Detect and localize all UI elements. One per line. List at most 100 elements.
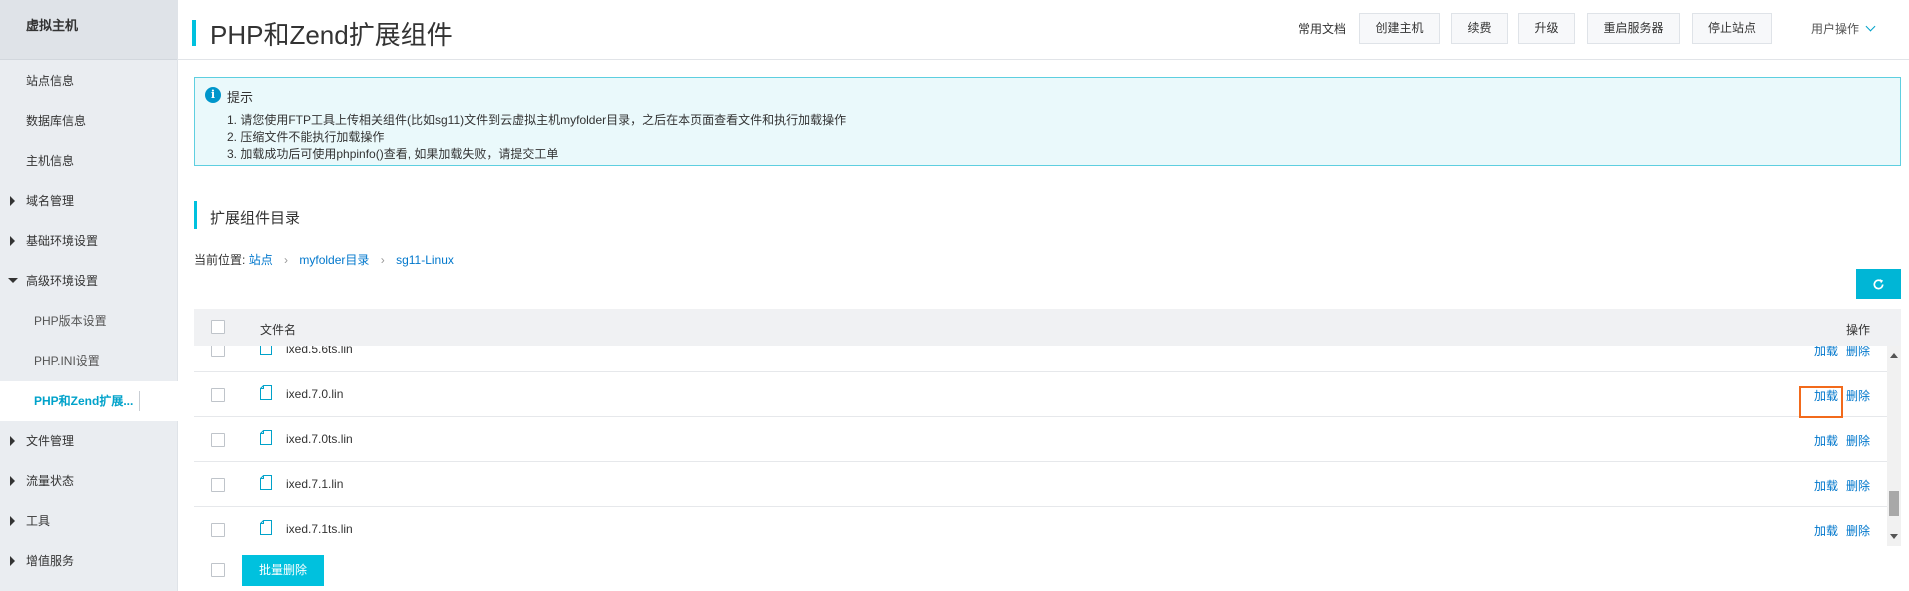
file-icon: [260, 385, 272, 400]
delete-link[interactable]: 删除: [1846, 387, 1870, 404]
chevron-down-icon: [1865, 21, 1876, 32]
bulk-select-checkbox[interactable]: [211, 563, 225, 577]
title-accent-bar: [192, 20, 196, 46]
page-header: PHP和Zend扩展组件 常用文档 创建主机 续费 升级 重启服务器 停止站点 …: [178, 0, 1909, 60]
sidebar-item-label: 高级环境设置: [26, 274, 99, 288]
load-link[interactable]: 加载: [1814, 346, 1838, 359]
sidebar-item-label: PHP版本设置: [34, 314, 107, 328]
row-checkbox[interactable]: [211, 523, 225, 537]
caret-right-icon: [10, 556, 15, 566]
file-name: ixed.7.0ts.lin: [286, 432, 353, 446]
sidebar-item-label: 主机信息: [26, 154, 75, 168]
sidebar-item-label: 增值服务: [26, 554, 75, 568]
row-checkbox[interactable]: [211, 433, 225, 447]
delete-link[interactable]: 删除: [1846, 522, 1870, 539]
sidebar-item-advanced-env[interactable]: 高级环境设置: [0, 261, 178, 301]
table-scrollbar[interactable]: [1887, 346, 1901, 546]
restart-server-button[interactable]: 重启服务器: [1587, 13, 1680, 44]
scroll-up-arrow-icon[interactable]: [1890, 353, 1898, 358]
sidebar-item-php-ini[interactable]: PHP.INI设置: [0, 341, 178, 381]
load-link[interactable]: 加载: [1814, 432, 1838, 449]
table-row: ixed.7.0ts.lin 加载 删除: [194, 417, 1887, 462]
user-operation-menu[interactable]: 用户操作: [1811, 20, 1876, 37]
active-divider: [139, 391, 140, 411]
sidebar: 虚拟主机 站点信息 数据库信息 主机信息 域名管理 基础环境设置 高级环境设置 …: [0, 0, 178, 591]
sidebar-item-basic-env[interactable]: 基础环境设置: [0, 221, 178, 261]
delete-link[interactable]: 删除: [1846, 432, 1870, 449]
sidebar-item-host-info[interactable]: 主机信息: [0, 141, 178, 181]
breadcrumb-sg11-linux[interactable]: sg11-Linux: [396, 253, 454, 267]
sidebar-item-label: 基础环境设置: [26, 234, 99, 248]
caret-right-icon: [10, 436, 15, 446]
user-operation-label: 用户操作: [1811, 22, 1860, 36]
file-name: ixed.7.1ts.lin: [286, 522, 353, 536]
sidebar-item-label: PHP和Zend扩展...: [34, 394, 134, 408]
table-row: ixed.7.1.lin 加载 删除: [194, 462, 1887, 507]
sidebar-item-site-info[interactable]: 站点信息: [0, 61, 178, 101]
notice-line: 1. 请您使用FTP工具上传相关组件(比如sg11)文件到云虚拟主机myfold…: [227, 113, 847, 127]
create-host-button[interactable]: 创建主机: [1359, 13, 1440, 44]
sidebar-item-label: 数据库信息: [26, 114, 87, 128]
column-header-operation: 操作: [1846, 323, 1871, 337]
breadcrumb-prefix: 当前位置:: [194, 253, 246, 267]
file-icon: [260, 520, 272, 535]
bulk-delete-button[interactable]: 批量删除: [242, 555, 324, 586]
sidebar-item-label: PHP.INI设置: [34, 354, 100, 368]
column-header-filename: 文件名: [260, 323, 297, 337]
page-title: PHP和Zend扩展组件: [210, 20, 453, 50]
sidebar-item-label: 工具: [26, 514, 51, 528]
breadcrumb: 当前位置: 站点 › myfolder目录 › sg11-Linux: [194, 251, 454, 268]
notice-line: 2. 压缩文件不能执行加载操作: [227, 130, 385, 144]
table-row: ixed.7.1ts.lin 加载 删除: [194, 507, 1887, 546]
caret-down-icon: [8, 278, 18, 283]
sidebar-item-php-version[interactable]: PHP版本设置: [0, 301, 178, 341]
table-row: ixed.5.6ts.lin 加载 删除: [194, 346, 1887, 372]
refresh-icon: [1873, 279, 1884, 290]
scrollbar-thumb[interactable]: [1889, 491, 1899, 516]
breadcrumb-separator-icon: ›: [284, 253, 289, 267]
breadcrumb-site[interactable]: 站点: [249, 253, 273, 267]
row-checkbox[interactable]: [211, 388, 225, 402]
refresh-button[interactable]: [1856, 269, 1901, 299]
file-name: ixed.7.1.lin: [286, 477, 344, 491]
notice-line: 3. 加载成功后可使用phpinfo()查看, 如果加载失败，请提交工单: [227, 147, 559, 161]
table-row: ixed.7.0.lin 加载 删除: [194, 372, 1887, 417]
delete-link[interactable]: 删除: [1846, 477, 1870, 494]
row-checkbox[interactable]: [211, 478, 225, 492]
file-icon: [260, 346, 272, 355]
sidebar-item-file-management[interactable]: 文件管理: [0, 421, 178, 461]
caret-right-icon: [10, 236, 15, 246]
table-header: 文件名 操作: [194, 309, 1901, 346]
load-link[interactable]: 加载: [1814, 522, 1838, 539]
caret-right-icon: [10, 476, 15, 486]
sidebar-item-tools[interactable]: 工具: [0, 501, 178, 541]
sidebar-item-database-info[interactable]: 数据库信息: [0, 101, 178, 141]
row-checkbox[interactable]: [211, 346, 225, 357]
common-docs-link[interactable]: 常用文档: [1298, 20, 1346, 37]
section-accent-bar: [194, 201, 197, 229]
select-all-checkbox[interactable]: [211, 320, 225, 334]
file-icon: [260, 475, 272, 490]
caret-right-icon: [10, 196, 15, 206]
renew-button[interactable]: 续费: [1451, 13, 1508, 44]
sidebar-item-php-zend-ext[interactable]: PHP和Zend扩展...: [0, 381, 178, 421]
load-link[interactable]: 加载: [1814, 477, 1838, 494]
sidebar-item-value-added[interactable]: 增值服务: [0, 541, 178, 581]
section-title: 扩展组件目录: [210, 210, 301, 227]
scroll-down-arrow-icon[interactable]: [1890, 534, 1898, 539]
stop-site-button[interactable]: 停止站点: [1692, 13, 1772, 44]
delete-link[interactable]: 删除: [1846, 346, 1870, 359]
upgrade-button[interactable]: 升级: [1518, 13, 1575, 44]
sidebar-item-domain-management[interactable]: 域名管理: [0, 181, 178, 221]
sidebar-item-label: 站点信息: [26, 74, 75, 88]
sidebar-title: 虚拟主机: [0, 0, 177, 60]
file-name: ixed.5.6ts.lin: [286, 346, 353, 356]
sidebar-item-label: 流量状态: [26, 474, 75, 488]
tip-notice: i 提示 1. 请您使用FTP工具上传相关组件(比如sg11)文件到云虚拟主机m…: [194, 77, 1901, 166]
sidebar-item-label: 域名管理: [26, 194, 75, 208]
breadcrumb-myfolder[interactable]: myfolder目录: [299, 253, 369, 267]
file-name: ixed.7.0.lin: [286, 387, 344, 401]
file-table-body: ixed.5.6ts.lin 加载 删除 ixed.7.0.lin 加载 删除 …: [194, 346, 1901, 546]
breadcrumb-separator-icon: ›: [380, 253, 385, 267]
sidebar-item-traffic-status[interactable]: 流量状态: [0, 461, 178, 501]
